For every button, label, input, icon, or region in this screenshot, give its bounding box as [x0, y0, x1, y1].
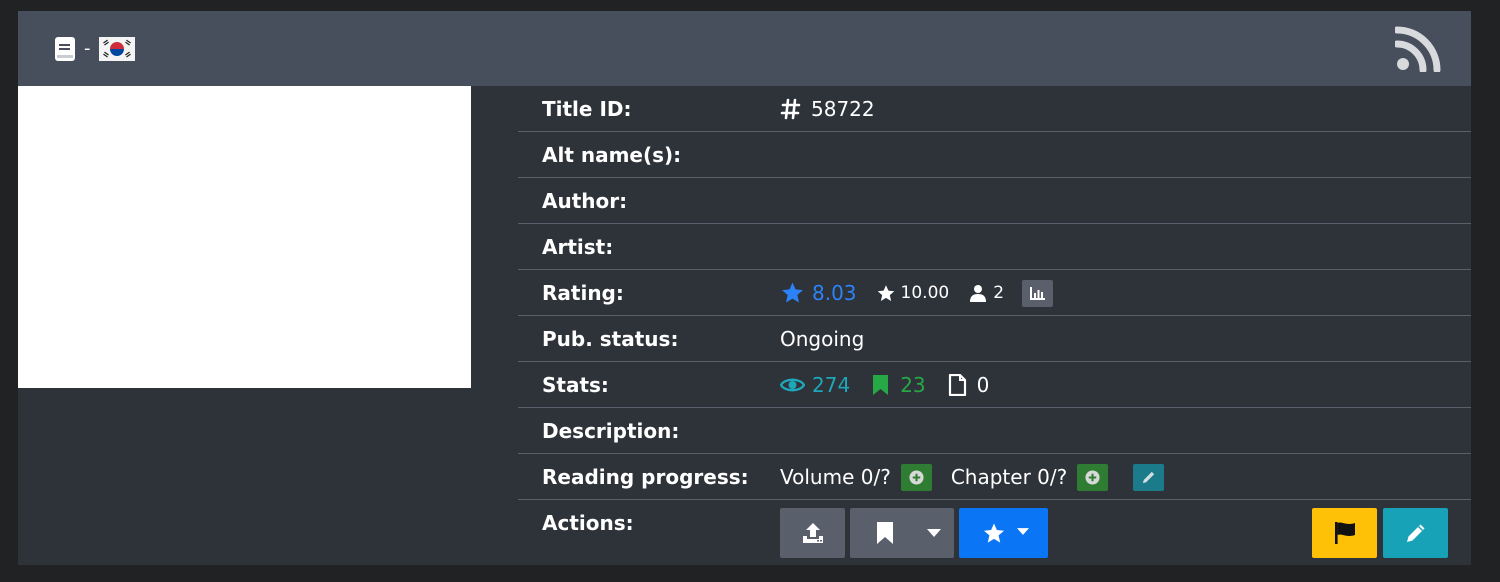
caret-down-icon: [927, 529, 941, 537]
pub-status-label: Pub. status:: [542, 327, 679, 351]
chapters-count: 0: [976, 373, 990, 397]
eye-icon: [780, 378, 805, 392]
mean-rating: 10.00: [900, 283, 950, 303]
bookmark-icon: [873, 375, 889, 395]
pencil-icon: [1143, 471, 1155, 483]
row-title-id: Title ID: 58722: [518, 86, 1471, 132]
rating-values: 8.03 10.00 2: [780, 270, 1054, 316]
caret-down-icon: [1017, 528, 1029, 535]
stats-label: Stats:: [542, 373, 609, 397]
header-left: -: [54, 36, 135, 62]
title-id-label: Title ID:: [542, 97, 632, 121]
follow-button[interactable]: [850, 508, 954, 558]
edit-title-button[interactable]: [1383, 508, 1448, 558]
rate-button[interactable]: [959, 508, 1048, 558]
star-icon: [877, 284, 894, 301]
row-stats: Stats: 274 23 0: [518, 362, 1471, 408]
flag-icon: [1334, 522, 1355, 544]
alt-names-label: Alt name(s):: [542, 143, 682, 167]
row-pub-status: Pub. status: Ongoing: [518, 316, 1471, 362]
title-id-value-wrap: 58722: [780, 86, 875, 132]
file-icon: [948, 374, 966, 396]
row-description: Description:: [518, 408, 1471, 454]
stats-values: 274 23 0: [780, 362, 989, 408]
hash-icon: [780, 98, 801, 120]
reading-progress-values: Volume 0/? Chapter 0/?: [780, 454, 1165, 500]
increment-volume-button[interactable]: [900, 463, 932, 491]
cover-image[interactable]: [18, 86, 471, 388]
chapter-progress: Chapter 0/?: [950, 465, 1068, 489]
plus-circle-icon: [1085, 469, 1100, 485]
book-icon: [55, 37, 75, 61]
rating-label: Rating:: [542, 281, 624, 305]
user-icon: [970, 285, 987, 302]
bar-chart-icon: [1029, 287, 1045, 300]
title-card: - Title ID: 58722 Alt name(s): Author: A…: [18, 11, 1471, 565]
rating-user-count: 2: [993, 283, 1005, 303]
row-rating: Rating: 8.03 10.00 2: [518, 270, 1471, 316]
report-button[interactable]: [1312, 508, 1377, 558]
row-actions: Actions:: [518, 500, 1471, 566]
row-author: Author:: [518, 178, 1471, 224]
reading-progress-label: Reading progress:: [542, 465, 749, 489]
title-id-value: 58722: [811, 97, 875, 121]
upload-icon: [802, 523, 823, 543]
follows-count: 23: [900, 373, 926, 397]
bookmark-icon: [877, 522, 893, 544]
row-artist: Artist:: [518, 224, 1471, 270]
south-korea-flag-icon: [98, 37, 135, 61]
plus-circle-icon: [909, 469, 924, 485]
views-count: 274: [812, 373, 851, 397]
pub-status-value: Ongoing: [780, 327, 865, 351]
rss-icon[interactable]: [1395, 26, 1441, 72]
increment-chapter-button[interactable]: [1077, 463, 1109, 491]
row-alt-names: Alt name(s):: [518, 132, 1471, 178]
artist-label: Artist:: [542, 235, 614, 259]
upload-button[interactable]: [780, 508, 845, 558]
star-icon: [983, 522, 1004, 543]
rating-chart-button[interactable]: [1022, 279, 1054, 307]
edit-progress-button[interactable]: [1133, 463, 1165, 491]
row-reading-progress: Reading progress: Volume 0/? Chapter 0/?: [518, 454, 1471, 500]
actions-label: Actions:: [542, 511, 634, 535]
card-header: -: [18, 11, 1471, 86]
bayesian-rating: 8.03: [812, 281, 857, 305]
star-icon: [782, 282, 803, 303]
pencil-icon: [1406, 524, 1424, 542]
author-label: Author:: [542, 189, 628, 213]
header-separator: -: [84, 38, 91, 59]
description-label: Description:: [542, 419, 680, 443]
details-table: Title ID: 58722 Alt name(s): Author: Art…: [518, 86, 1471, 566]
volume-progress: Volume 0/?: [780, 465, 891, 489]
